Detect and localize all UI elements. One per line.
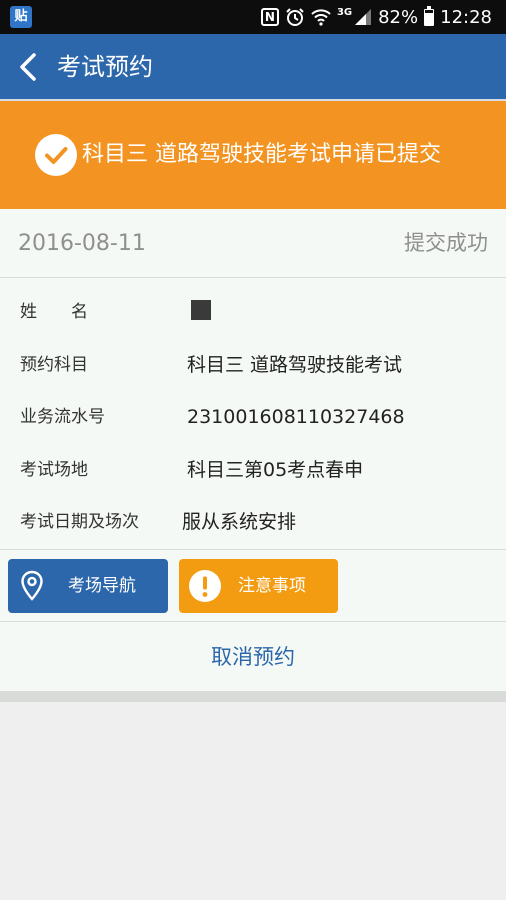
detail-row-subject: 预约科目 科目三 道路驾驶技能考试 (0, 350, 506, 380)
check-circle-icon (35, 134, 77, 176)
back-button[interactable] (12, 47, 48, 87)
venue-navigation-button[interactable]: 考场导航 (8, 559, 168, 613)
appointment-card: 2016-08-11 提交成功 姓 名 预约科目 科目三 道路驾驶技能考试 业务… (0, 209, 506, 691)
card-bottom-shadow (0, 691, 506, 702)
detail-label: 姓 名 (20, 302, 88, 322)
submission-status: 提交成功 (404, 231, 488, 255)
status-icons: N 3G 82% 12:28 (260, 0, 492, 34)
battery-percent: 82% (378, 6, 419, 28)
detail-row-venue: 考试场地 科目三第05考点春申 (0, 455, 506, 485)
redacted-name (191, 300, 211, 320)
app-notification-icon: 贴 (10, 6, 32, 28)
location-pin-icon (21, 570, 43, 601)
signal-icon (354, 7, 372, 27)
app-header: 考试预约 (0, 34, 506, 101)
cancel-appointment-button[interactable]: 取消预约 (0, 622, 506, 691)
battery-icon (424, 5, 435, 27)
notice-button[interactable]: 注意事项 (179, 559, 338, 613)
page-title: 考试预约 (57, 53, 153, 81)
chevron-left-icon (20, 53, 36, 81)
detail-label: 考试场地 (20, 460, 88, 480)
submission-row: 2016-08-11 提交成功 (0, 209, 506, 278)
divider (0, 549, 506, 550)
detail-row-serial: 业务流水号 231001608110327468 (0, 402, 506, 432)
detail-value: 科目三第05考点春申 (187, 459, 364, 481)
wifi-icon (311, 7, 331, 27)
notice-label: 注意事项 (238, 576, 306, 596)
exclamation-icon (189, 570, 221, 602)
alarm-icon (285, 7, 305, 27)
clock: 12:28 (440, 6, 492, 28)
status-bar: 贴 N 3G 82% 12:28 (0, 0, 506, 34)
network-type: 3G (336, 6, 353, 18)
detail-value: 服从系统安排 (182, 511, 297, 533)
detail-value: 231001608110327468 (187, 406, 405, 428)
detail-label: 考试日期及场次 (20, 512, 139, 532)
detail-row-name: 姓 名 (0, 297, 506, 327)
nfc-icon: N (260, 8, 279, 26)
detail-value: 科目三 道路驾驶技能考试 (187, 354, 403, 376)
venue-navigation-label: 考场导航 (68, 576, 136, 596)
detail-row-schedule: 考试日期及场次 服从系统安排 (0, 507, 506, 537)
detail-label: 预约科目 (20, 355, 88, 375)
submission-date: 2016-08-11 (18, 231, 146, 256)
banner-message: 科目三 道路驾驶技能考试申请已提交 (82, 142, 441, 167)
detail-label: 业务流水号 (20, 407, 105, 427)
success-banner: 科目三 道路驾驶技能考试申请已提交 (0, 101, 506, 209)
